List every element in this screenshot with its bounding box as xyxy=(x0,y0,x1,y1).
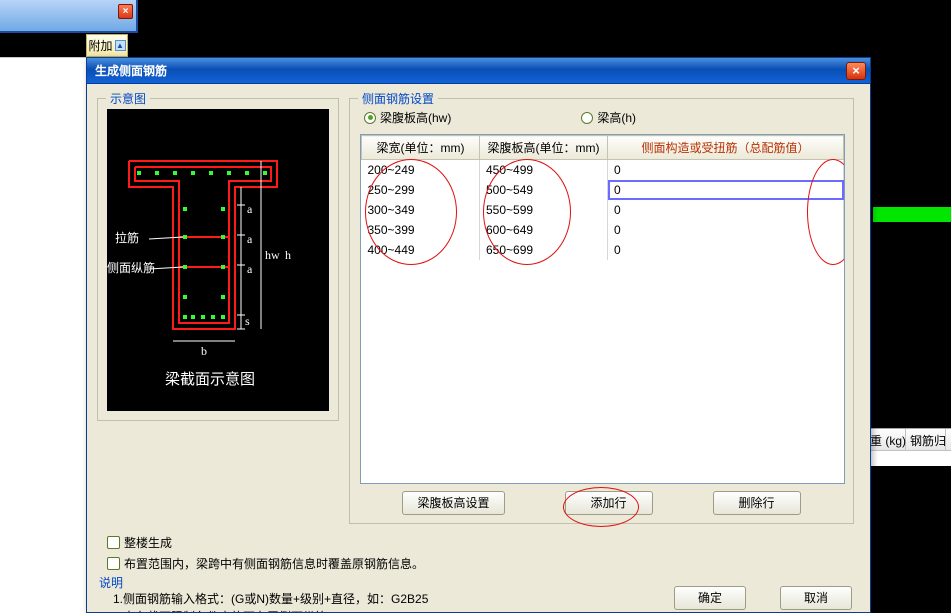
table-row[interactable]: 350~399600~6490 xyxy=(362,220,844,240)
cell-rebar-value[interactable]: 0 xyxy=(608,220,844,240)
web-height-settings-button[interactable]: 梁腹板高设置 xyxy=(402,491,504,515)
bg-col-weight: 重 (kg) xyxy=(866,429,906,450)
cell-web-height[interactable]: 500~549 xyxy=(480,180,608,200)
radio-beam-height[interactable]: 梁高(h) xyxy=(581,109,636,126)
col-beam-width[interactable]: 梁宽(单位：mm) xyxy=(362,136,480,160)
svg-text:a: a xyxy=(247,232,253,246)
cell-web-height[interactable]: 450~499 xyxy=(480,160,608,180)
dialog-titlebar[interactable]: 生成侧面钢筋 × xyxy=(87,58,870,84)
cell-beam-width[interactable]: 200~249 xyxy=(362,160,480,180)
radio-dot-icon xyxy=(581,112,593,124)
toolbar-tab-attach[interactable]: 附加 ▲ xyxy=(86,34,128,57)
dropdown-up-icon: ▲ xyxy=(115,40,126,51)
dialog-close-button[interactable]: × xyxy=(846,62,866,80)
generate-side-rebar-dialog: 生成侧面钢筋 × 示意图 xyxy=(86,57,871,613)
cell-beam-width[interactable]: 300~349 xyxy=(362,200,480,220)
cell-rebar-value[interactable]: 0 xyxy=(608,240,844,260)
radio-dot-icon xyxy=(364,112,376,124)
settings-legend: 侧面钢筋设置 xyxy=(358,90,438,107)
diagram-legend: 示意图 xyxy=(106,90,150,107)
radio-label: 梁腹板高(hw) xyxy=(380,109,451,126)
bg-col-rebar: 钢筋归 xyxy=(906,429,946,450)
delete-row-button[interactable]: 删除行 xyxy=(713,491,801,515)
svg-text:b: b xyxy=(201,344,207,358)
svg-text:s: s xyxy=(245,314,250,328)
col-web-height[interactable]: 梁腹板高(单位：mm) xyxy=(480,136,608,160)
explanation-heading: 说明 xyxy=(99,574,123,591)
add-row-button[interactable]: 添加行 xyxy=(565,491,653,515)
diagram-group: 示意图 xyxy=(97,98,339,421)
table-row[interactable]: 300~349550~5990 xyxy=(362,200,844,220)
svg-text:梁截面示意图: 梁截面示意图 xyxy=(165,370,255,388)
highlight-row xyxy=(873,207,951,222)
rebar-table[interactable]: 梁宽(单位：mm) 梁腹板高(单位：mm) 侧面构造或受扭筋（总配筋值） 200… xyxy=(360,134,845,484)
cell-web-height[interactable]: 550~599 xyxy=(480,200,608,220)
cell-beam-width[interactable]: 350~399 xyxy=(362,220,480,240)
left-background-pane xyxy=(0,57,86,613)
parent-window-titlebar: × xyxy=(0,0,138,33)
svg-text:h: h xyxy=(285,248,291,262)
svg-text:a: a xyxy=(247,202,253,216)
svg-text:a: a xyxy=(247,262,253,276)
checkbox-overwrite-existing[interactable]: 布置范围内，梁跨中有侧面钢筋信息时覆盖原钢筋信息。 xyxy=(107,555,424,572)
checkbox-label: 布置范围内，梁跨中有侧面钢筋信息时覆盖原钢筋信息。 xyxy=(124,555,424,572)
svg-text:hw: hw xyxy=(265,248,280,262)
dialog-title: 生成侧面钢筋 xyxy=(95,62,167,79)
svg-text:侧面纵筋: 侧面纵筋 xyxy=(107,260,155,275)
col-rebar-value[interactable]: 侧面构造或受扭筋（总配筋值） xyxy=(608,136,844,160)
checkbox-icon xyxy=(107,557,120,570)
cancel-button[interactable]: 取消 xyxy=(780,586,852,610)
cell-rebar-value[interactable]: 0 xyxy=(608,180,844,200)
svg-text:拉筋: 拉筋 xyxy=(115,230,139,245)
checkbox-label: 整楼生成 xyxy=(124,534,172,551)
parent-window-close-button[interactable]: × xyxy=(118,4,133,19)
beam-section-diagram: 拉筋 侧面纵筋 a a a s hw h b 梁截面示意图 xyxy=(107,109,329,411)
cell-rebar-value[interactable]: 0 xyxy=(608,160,844,180)
cell-beam-width[interactable]: 400~449 xyxy=(362,240,480,260)
table-row[interactable]: 200~249450~4990 xyxy=(362,160,844,180)
cell-web-height[interactable]: 600~649 xyxy=(480,220,608,240)
toolbar-tab-label: 附加 xyxy=(88,37,112,54)
table-row[interactable]: 250~299500~5490 xyxy=(362,180,844,200)
cell-web-height[interactable]: 650~699 xyxy=(480,240,608,260)
background-grid: 重 (kg) 钢筋归 xyxy=(866,428,951,466)
ok-button[interactable]: 确定 xyxy=(674,586,746,610)
table-row[interactable]: 400~449650~6990 xyxy=(362,240,844,260)
radio-web-height[interactable]: 梁腹板高(hw) xyxy=(364,109,451,126)
checkbox-icon xyxy=(107,536,120,549)
cell-beam-width[interactable]: 250~299 xyxy=(362,180,480,200)
radio-label: 梁高(h) xyxy=(597,109,636,126)
cell-rebar-value[interactable]: 0 xyxy=(608,200,844,220)
checkbox-whole-building[interactable]: 整楼生成 xyxy=(107,534,424,551)
side-rebar-settings-group: 侧面钢筋设置 梁腹板高(hw) 梁高(h) 梁宽(单位：mm) 梁腹板高(单 xyxy=(349,98,854,524)
